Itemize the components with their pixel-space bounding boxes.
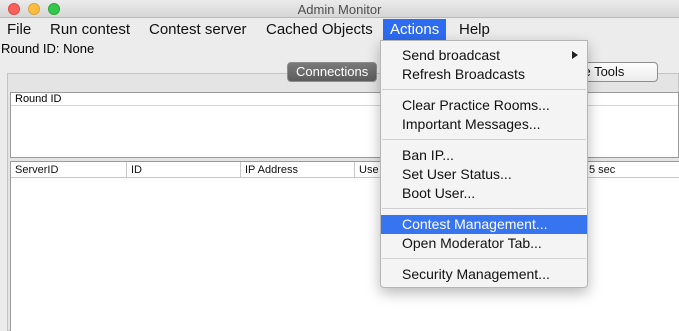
submenu-arrow-icon [572,51,578,59]
menu-contest-server[interactable]: Contest server [142,19,254,41]
menu-item-security-management[interactable]: Security Management... [381,265,587,284]
menu-item-boot-user[interactable]: Boot User... [381,184,587,203]
menu-separator [382,258,586,259]
menu-cached-objects[interactable]: Cached Objects [259,19,380,41]
menu-run-contest[interactable]: Run contest [43,19,137,41]
title-bar: Admin Monitor [0,0,679,18]
menu-item-send-broadcast[interactable]: Send broadcast [381,46,587,65]
menu-help[interactable]: Help [452,19,497,41]
menu-separator [382,208,586,209]
menu-item-clear-practice-rooms[interactable]: Clear Practice Rooms... [381,96,587,115]
round-id-label: Round ID: None [1,41,95,56]
menu-item-label: Send broadcast [402,47,501,63]
tab-connections[interactable]: Connections [287,62,378,82]
menu-item-contest-management[interactable]: Contest Management... [381,215,587,234]
menu-item-set-user-status[interactable]: Set User Status... [381,165,587,184]
window-title: Admin Monitor [297,2,382,17]
menu-bar: File Run contest Contest server Cached O… [0,19,679,41]
actions-menu-dropdown: Send broadcast Refresh Broadcasts Clear … [380,40,588,288]
menu-separator [382,89,586,90]
column-header-server-id[interactable]: ServerID [11,162,127,178]
menu-item-open-moderator-tab[interactable]: Open Moderator Tab... [381,234,587,253]
menu-item-ban-ip[interactable]: Ban IP... [381,146,587,165]
menu-item-refresh-broadcasts[interactable]: Refresh Broadcasts [381,65,587,84]
menu-separator [382,139,586,140]
column-header-ip-address[interactable]: IP Address [241,162,355,178]
menu-file[interactable]: File [0,19,38,41]
menu-item-important-messages[interactable]: Important Messages... [381,115,587,134]
column-header-id[interactable]: ID [127,162,241,178]
column-header-5-sec[interactable]: 5 sec [585,162,679,178]
menu-actions[interactable]: Actions [383,19,447,41]
